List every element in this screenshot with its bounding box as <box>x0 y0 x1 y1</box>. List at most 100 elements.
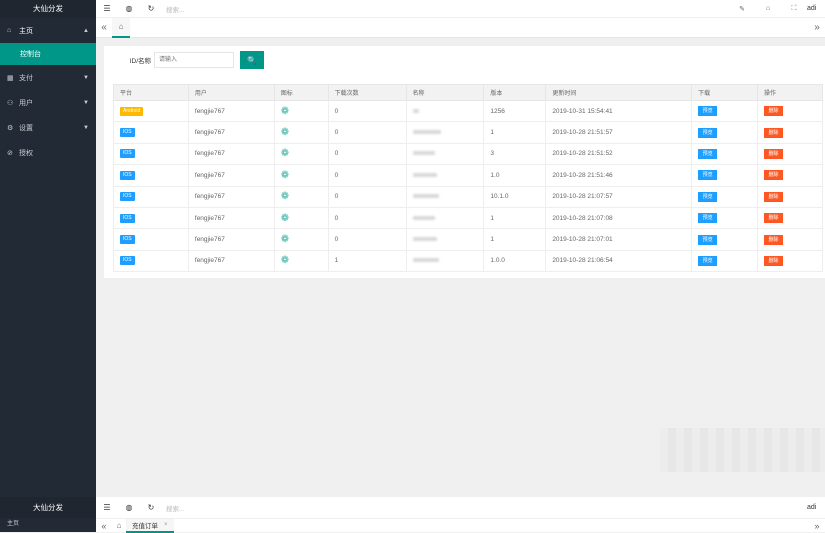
search-input[interactable] <box>154 52 234 68</box>
version-cell: 1.0 <box>483 164 547 187</box>
refresh-icon[interactable]: ↻ <box>140 4 162 13</box>
top-search-input-2[interactable]: 搜索... <box>166 503 184 513</box>
tab-label: 充值订单 <box>132 522 158 530</box>
icon-cell: ❁ <box>273 185 329 208</box>
platform-cell: IOS <box>113 164 189 187</box>
user-menu[interactable]: adi <box>807 5 825 12</box>
sidebar-item-1[interactable]: ▦ 支付 ▼ <box>0 65 96 90</box>
app-icon: ❁ <box>280 191 290 203</box>
table-row: IOS fengjie767 ❁ 0 1 2019-10-28 21:07:01 预览 删除 <box>113 228 823 251</box>
download-cell: 预览 <box>691 185 759 208</box>
table-row: IOS fengjie767 ❁ 0 3 2019-10-28 21:51:52 预览 删除 <box>113 142 823 166</box>
sidebar-item-2[interactable]: ⚇ 用户 ▼ <box>0 90 96 115</box>
delete-button[interactable]: 删除 <box>764 234 784 245</box>
delete-button[interactable]: 删除 <box>764 213 784 224</box>
downloads-cell: 0 <box>327 185 407 208</box>
version-cell: 10.1.0 <box>483 185 547 208</box>
sidebar-item-home-2[interactable]: 主页 <box>0 518 96 527</box>
tab-recharge-orders[interactable]: 充值订单 × <box>126 518 174 533</box>
mosaic-overlay <box>660 428 825 472</box>
refresh-icon-2[interactable]: ↻ <box>140 503 162 512</box>
sidebar: 大仙分发 ⌂ 主页 ▲ 控制台 ▦ 支付 ▼ ⚇ 用户 ▼ ⚙ 设置 ▼ ⊘ 授权 <box>0 0 96 497</box>
chevron-icon: ▲ <box>83 27 89 34</box>
second-window: 大仙分发 主页 ☰ ◍ ↻ 搜索... adi « ⌂ 充值订单 × » <box>0 497 825 533</box>
theme-icon[interactable]: ✎ <box>729 5 755 13</box>
globe-icon[interactable]: ◍ <box>118 4 140 13</box>
delete-button[interactable]: 删除 <box>764 170 784 181</box>
name-cell <box>405 99 485 123</box>
delete-button[interactable]: 删除 <box>764 255 784 266</box>
sidebar-item-3[interactable]: ⚙ 设置 ▼ <box>0 115 96 140</box>
name-cell <box>405 249 485 273</box>
preview-button[interactable]: 预览 <box>698 191 718 202</box>
menu-toggle-icon[interactable]: ☰ <box>96 4 118 13</box>
icon-cell: ❁ <box>273 142 329 166</box>
platform-badge: Android <box>120 106 144 116</box>
platform-cell: IOS <box>113 228 189 251</box>
search-icon: 🔍 <box>247 55 257 65</box>
preview-button[interactable]: 预览 <box>698 234 718 245</box>
action-cell: 删除 <box>757 228 823 251</box>
notes-icon[interactable]: ⌂ <box>755 5 781 12</box>
sidebar-item-dashboard[interactable]: 控制台 <box>0 43 96 65</box>
tabs-scroll-left-icon[interactable]: « <box>96 22 112 33</box>
sidebar-item-4[interactable]: ⊘ 授权 <box>0 140 96 165</box>
time-cell: 2019-10-28 21:07:01 <box>545 228 693 251</box>
action-cell: 删除 <box>757 249 823 273</box>
tabs-scroll-right-icon-2[interactable]: » <box>809 521 825 531</box>
name-cell <box>405 206 485 230</box>
user-icon: ⚇ <box>7 99 14 107</box>
action-cell: 删除 <box>757 206 823 230</box>
tab-home[interactable]: ⌂ <box>112 17 130 38</box>
app-logo: 大仙分发 <box>0 0 96 18</box>
close-icon[interactable]: × <box>164 522 168 528</box>
column-header: 名称 <box>405 84 485 101</box>
download-cell: 预览 <box>691 206 759 230</box>
platform-cell: IOS <box>113 121 189 144</box>
menu-toggle-icon-2[interactable]: ☰ <box>96 503 118 512</box>
chevron-icon: ▼ <box>83 99 89 106</box>
download-cell: 预览 <box>691 99 759 123</box>
user-cell: fengjie767 <box>187 249 275 273</box>
platform-cell: IOS <box>113 142 189 166</box>
sidebar-item-0[interactable]: ⌂ 主页 ▲ <box>0 18 96 43</box>
redacted-name <box>412 172 437 177</box>
preview-button[interactable]: 预览 <box>698 170 718 181</box>
time-cell: 2019-10-31 15:54:41 <box>545 99 693 123</box>
user-cell: fengjie767 <box>187 142 275 166</box>
downloads-cell: 0 <box>327 142 407 166</box>
time-cell: 2019-10-28 21:07:08 <box>545 206 693 230</box>
app-icon: ❁ <box>280 255 290 267</box>
fullscreen-icon[interactable]: ⛶ <box>781 5 807 13</box>
app-icon: ❁ <box>280 148 290 160</box>
platform-cell: Android <box>113 99 189 123</box>
preview-button[interactable]: 预览 <box>698 148 718 159</box>
preview-button[interactable]: 预览 <box>698 213 718 224</box>
delete-button[interactable]: 删除 <box>764 148 784 159</box>
table-row: IOS fengjie767 ❁ 0 1.0 2019-10-28 21:51:46 预览 删… <box>113 164 823 187</box>
name-cell <box>405 142 485 166</box>
tabs-scroll-right-icon[interactable]: » <box>809 22 825 33</box>
user-cell: fengjie767 <box>187 164 275 187</box>
sidebar-item-label: 授权 <box>19 149 33 157</box>
download-cell: 预览 <box>691 164 759 187</box>
delete-button[interactable]: 删除 <box>764 127 784 138</box>
preview-button[interactable]: 预览 <box>698 106 718 117</box>
platform-badge: IOS <box>120 192 135 202</box>
delete-button[interactable]: 删除 <box>764 106 784 117</box>
home-icon: ⌂ <box>7 27 12 34</box>
app-table: 平台 用户 图标 下载次数 名称 版本 更新时间 下载 操作 Android fengjie767… <box>113 84 823 273</box>
search-button[interactable]: 🔍 <box>240 51 264 69</box>
main-content: ID/名称 🔍 平台用户图标下载次数名称版本更新时间下载操作 Android fe… <box>104 46 825 278</box>
top-search-input[interactable]: 搜索... <box>166 4 184 14</box>
delete-button[interactable]: 删除 <box>764 191 784 202</box>
home-icon-2[interactable]: ⌂ <box>112 521 126 530</box>
preview-button[interactable]: 预览 <box>698 255 718 266</box>
icon-cell: ❁ <box>273 121 329 144</box>
preview-button[interactable]: 预览 <box>698 127 718 138</box>
globe-icon-2[interactable]: ◍ <box>118 503 140 512</box>
top-bar-2: ☰ ◍ ↻ 搜索... adi <box>96 497 825 518</box>
shield-icon: ⊘ <box>7 149 13 157</box>
user-menu-2[interactable]: adi <box>807 504 825 511</box>
tabs-scroll-left-icon-2[interactable]: « <box>96 521 112 531</box>
